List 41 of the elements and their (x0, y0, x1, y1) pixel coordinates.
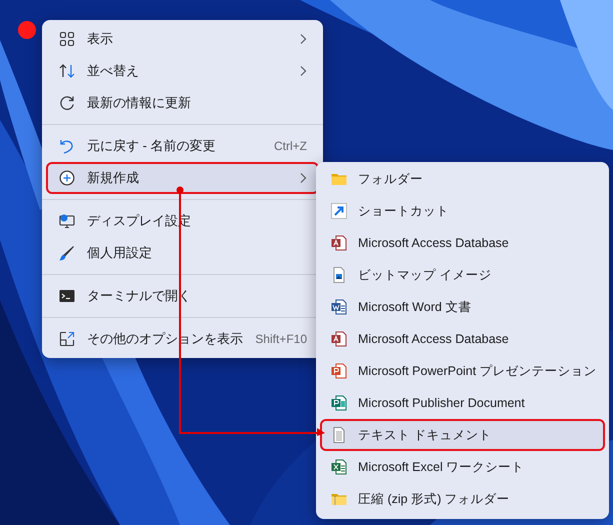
menu-item[interactable]: 元に戻す - 名前の変更 Ctrl+Z (46, 130, 319, 162)
brush-icon (59, 245, 75, 261)
menu-item[interactable]: Microsoft Word 文書 (320, 291, 605, 323)
shortcut-text: Ctrl+Z (274, 139, 307, 153)
external-window-icon (59, 331, 75, 347)
undo-icon (59, 138, 75, 154)
menu-item[interactable]: Microsoft Access Database (320, 227, 605, 259)
monitor-gear-icon (59, 213, 75, 229)
menu-item[interactable]: テキスト ドキュメント (320, 419, 605, 451)
refresh-icon (59, 95, 75, 111)
zip-folder-icon (331, 491, 347, 507)
menu-item[interactable]: ショートカット (320, 195, 605, 227)
publisher-file-icon (331, 395, 347, 411)
menu-item[interactable]: 個人用設定 (46, 237, 319, 269)
menu-item[interactable]: ビットマップ イメージ (320, 259, 605, 291)
menu-item[interactable]: 表示 (46, 23, 319, 55)
menu-item[interactable]: ターミナルで開く (46, 280, 319, 312)
plus-circle-icon (59, 170, 75, 186)
menu-item[interactable]: フォルダー (320, 163, 605, 195)
shortcut-text: Shift+F10 (255, 332, 307, 346)
menu-item[interactable]: 圧縮 (zip 形式) フォルダー (320, 483, 605, 515)
menu-item[interactable]: その他のオプションを表示 Shift+F10 (46, 323, 319, 355)
spreadsheet-file-icon (331, 459, 347, 475)
menu-item[interactable]: Microsoft Publisher Document (320, 387, 605, 419)
menu-item[interactable]: 並べ替え (46, 55, 319, 87)
menu-item[interactable]: 新規作成 (46, 162, 319, 194)
presentation-file-icon (331, 363, 347, 379)
word-document-icon (331, 299, 347, 315)
menu-item[interactable]: 最新の情報に更新 (46, 87, 319, 119)
menu-item[interactable]: Microsoft Access Database (320, 323, 605, 355)
grid-icon (59, 31, 75, 47)
sort-arrows-icon (59, 63, 75, 79)
image-file-icon (331, 267, 347, 283)
database-file-icon (331, 331, 347, 347)
annotation-dot (17, 20, 37, 40)
menu-item[interactable]: Microsoft PowerPoint プレゼンテーション (320, 355, 605, 387)
folder-icon (331, 171, 347, 187)
database-file-icon (331, 235, 347, 251)
text-file-icon (331, 427, 347, 443)
terminal-icon (59, 288, 75, 304)
menu-item[interactable]: Microsoft Excel ワークシート (320, 451, 605, 483)
